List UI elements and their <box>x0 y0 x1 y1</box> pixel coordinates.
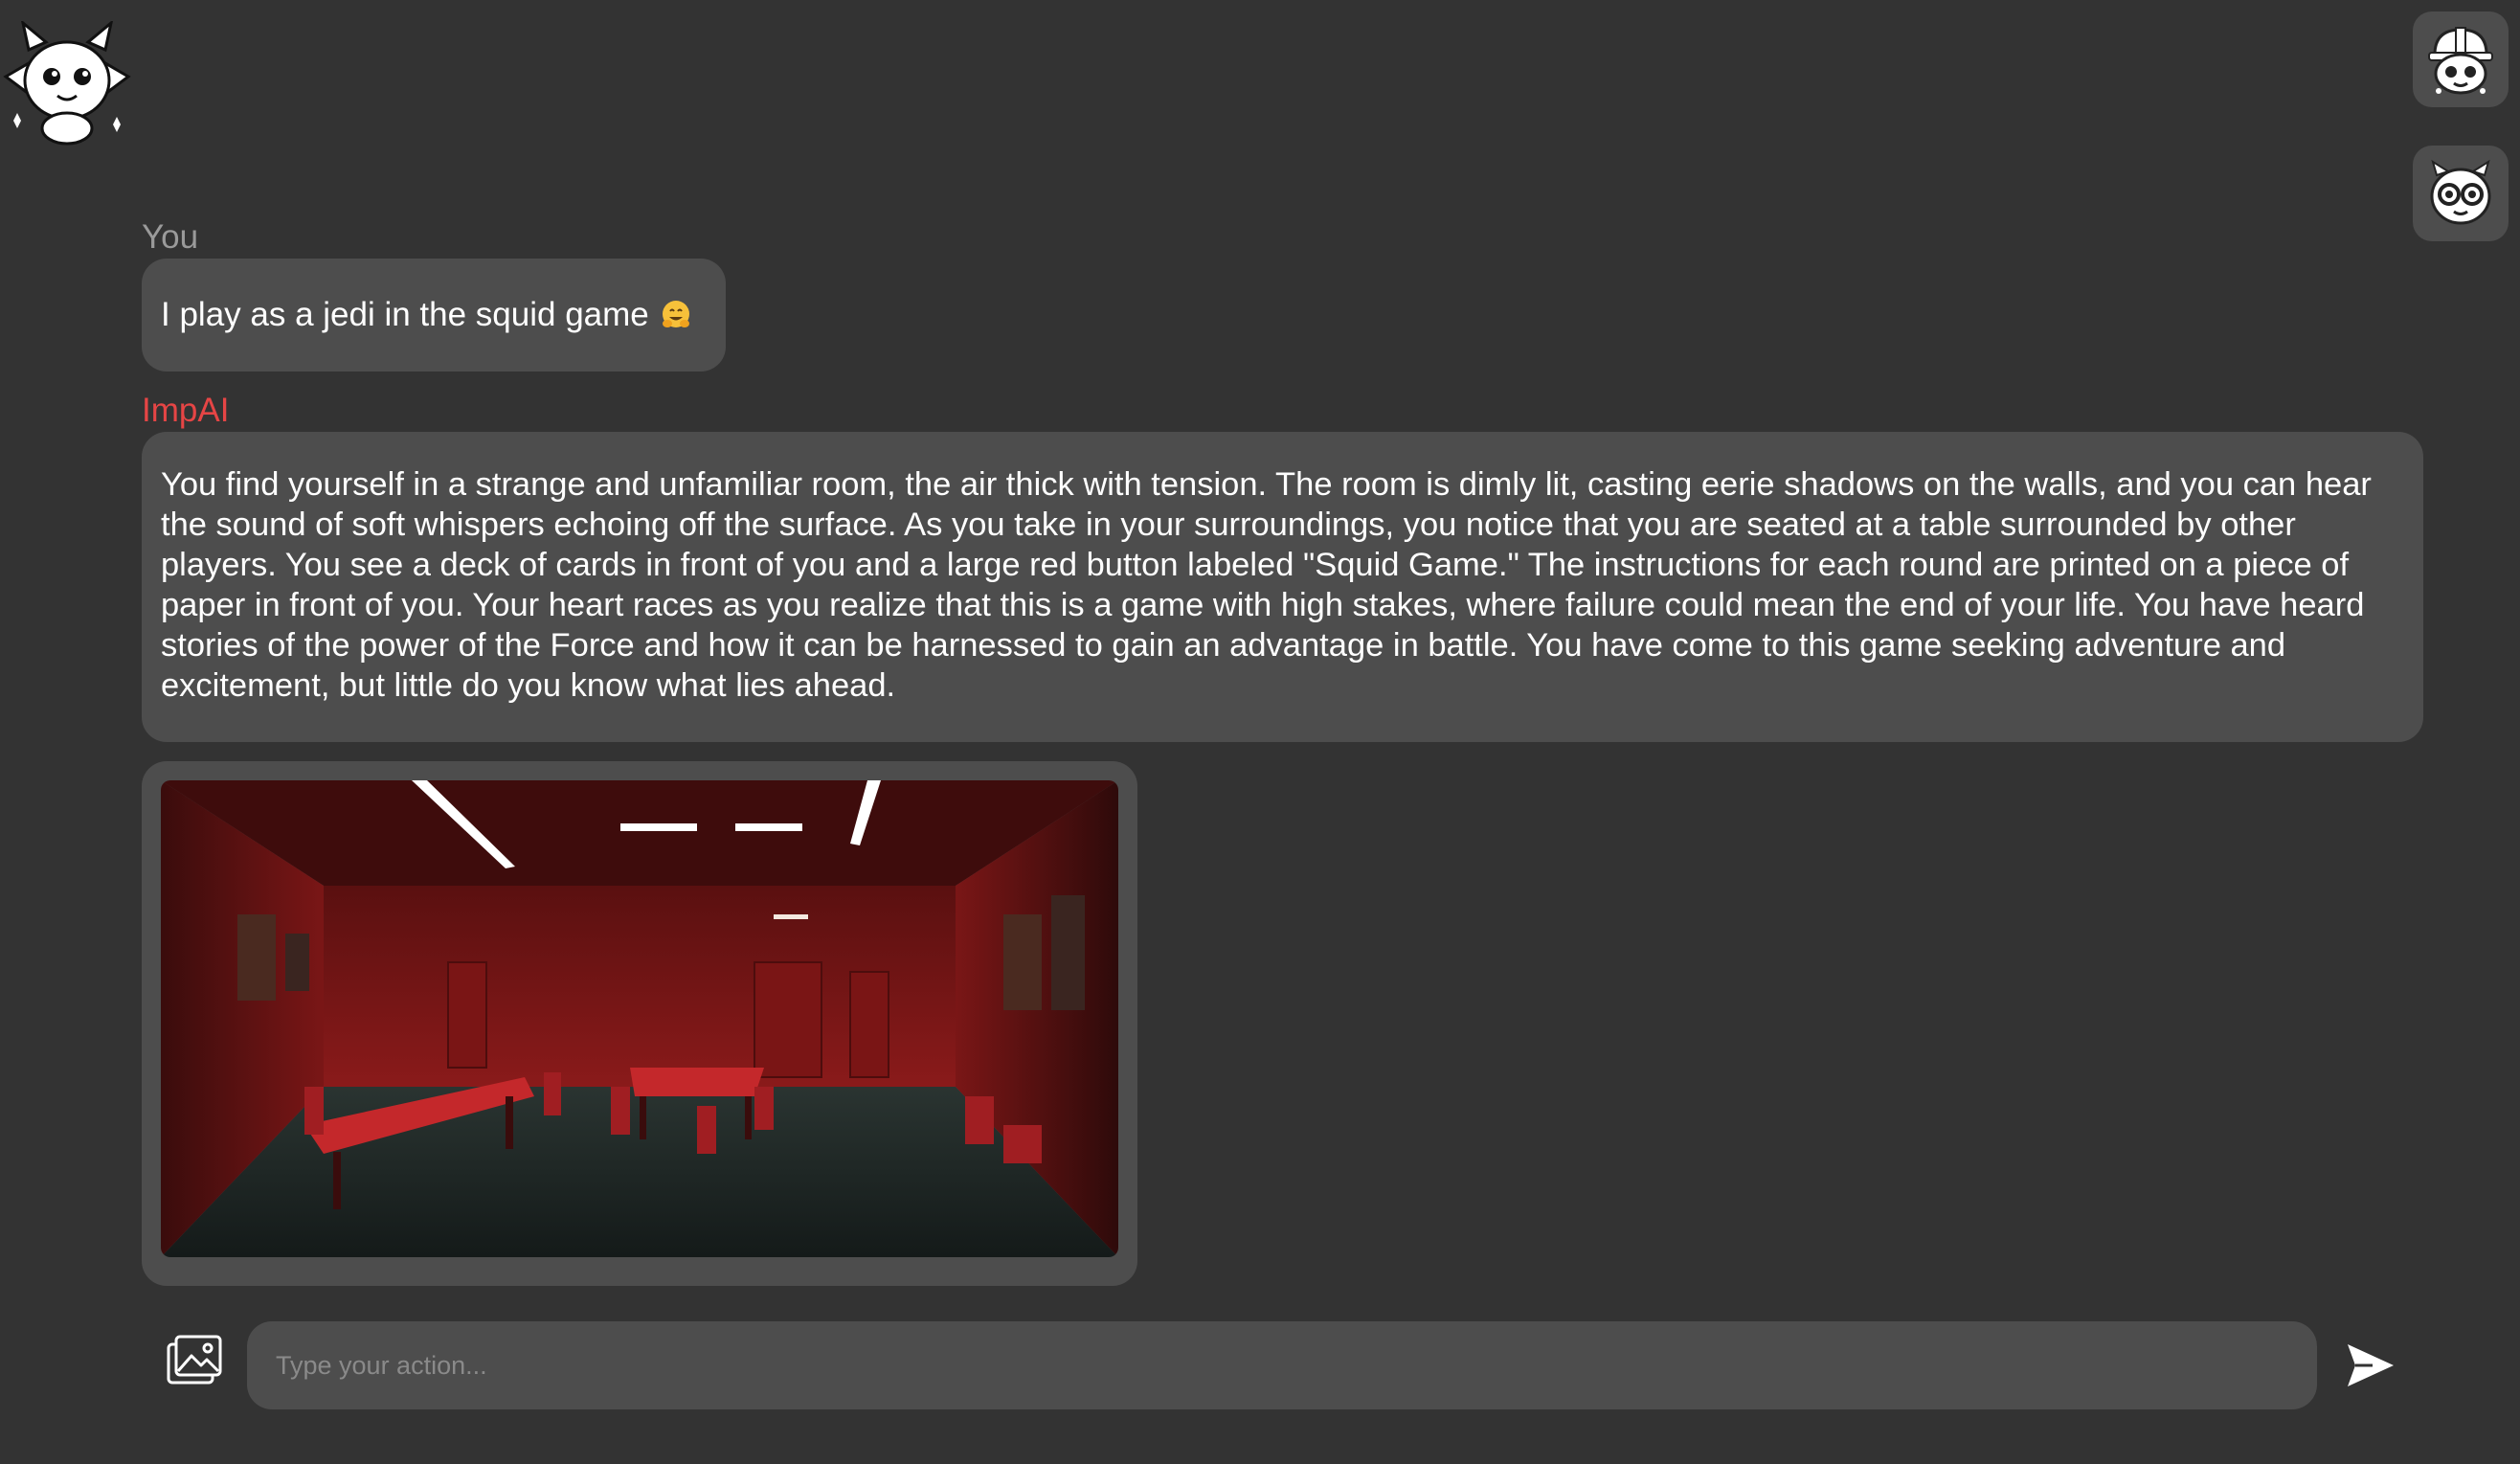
ai-message-bubble: You find yourself in a strange and unfam… <box>142 432 2423 742</box>
chat-page: You I play as a jedi in the squid game I… <box>0 0 2520 1464</box>
image-upload-icon[interactable] <box>165 1333 224 1392</box>
user-message-text: I play as a jedi in the squid game <box>161 296 649 333</box>
sender-name-user: You <box>142 218 199 256</box>
hugging-face-emoji-icon <box>662 301 689 327</box>
send-arrow-icon[interactable] <box>2344 1339 2397 1392</box>
composer <box>0 1321 2520 1409</box>
imp-goggles-avatar-icon <box>2430 159 2491 225</box>
action-input[interactable] <box>247 1321 2317 1409</box>
sender-name-ai: ImpAI <box>142 392 230 429</box>
ai-message-text: You find yourself in a strange and unfam… <box>161 466 2372 704</box>
user-message-bubble: I play as a jedi in the squid game <box>142 259 726 372</box>
imp-mascot-icon <box>3 21 131 146</box>
red-room-scene-image[interactable] <box>161 780 1118 1257</box>
hardhat-avatar-button[interactable] <box>2413 11 2509 107</box>
imp-hardhat-avatar-icon <box>2428 27 2493 95</box>
goggles-avatar-button[interactable] <box>2413 146 2509 241</box>
ai-image-bubble <box>142 761 1137 1286</box>
